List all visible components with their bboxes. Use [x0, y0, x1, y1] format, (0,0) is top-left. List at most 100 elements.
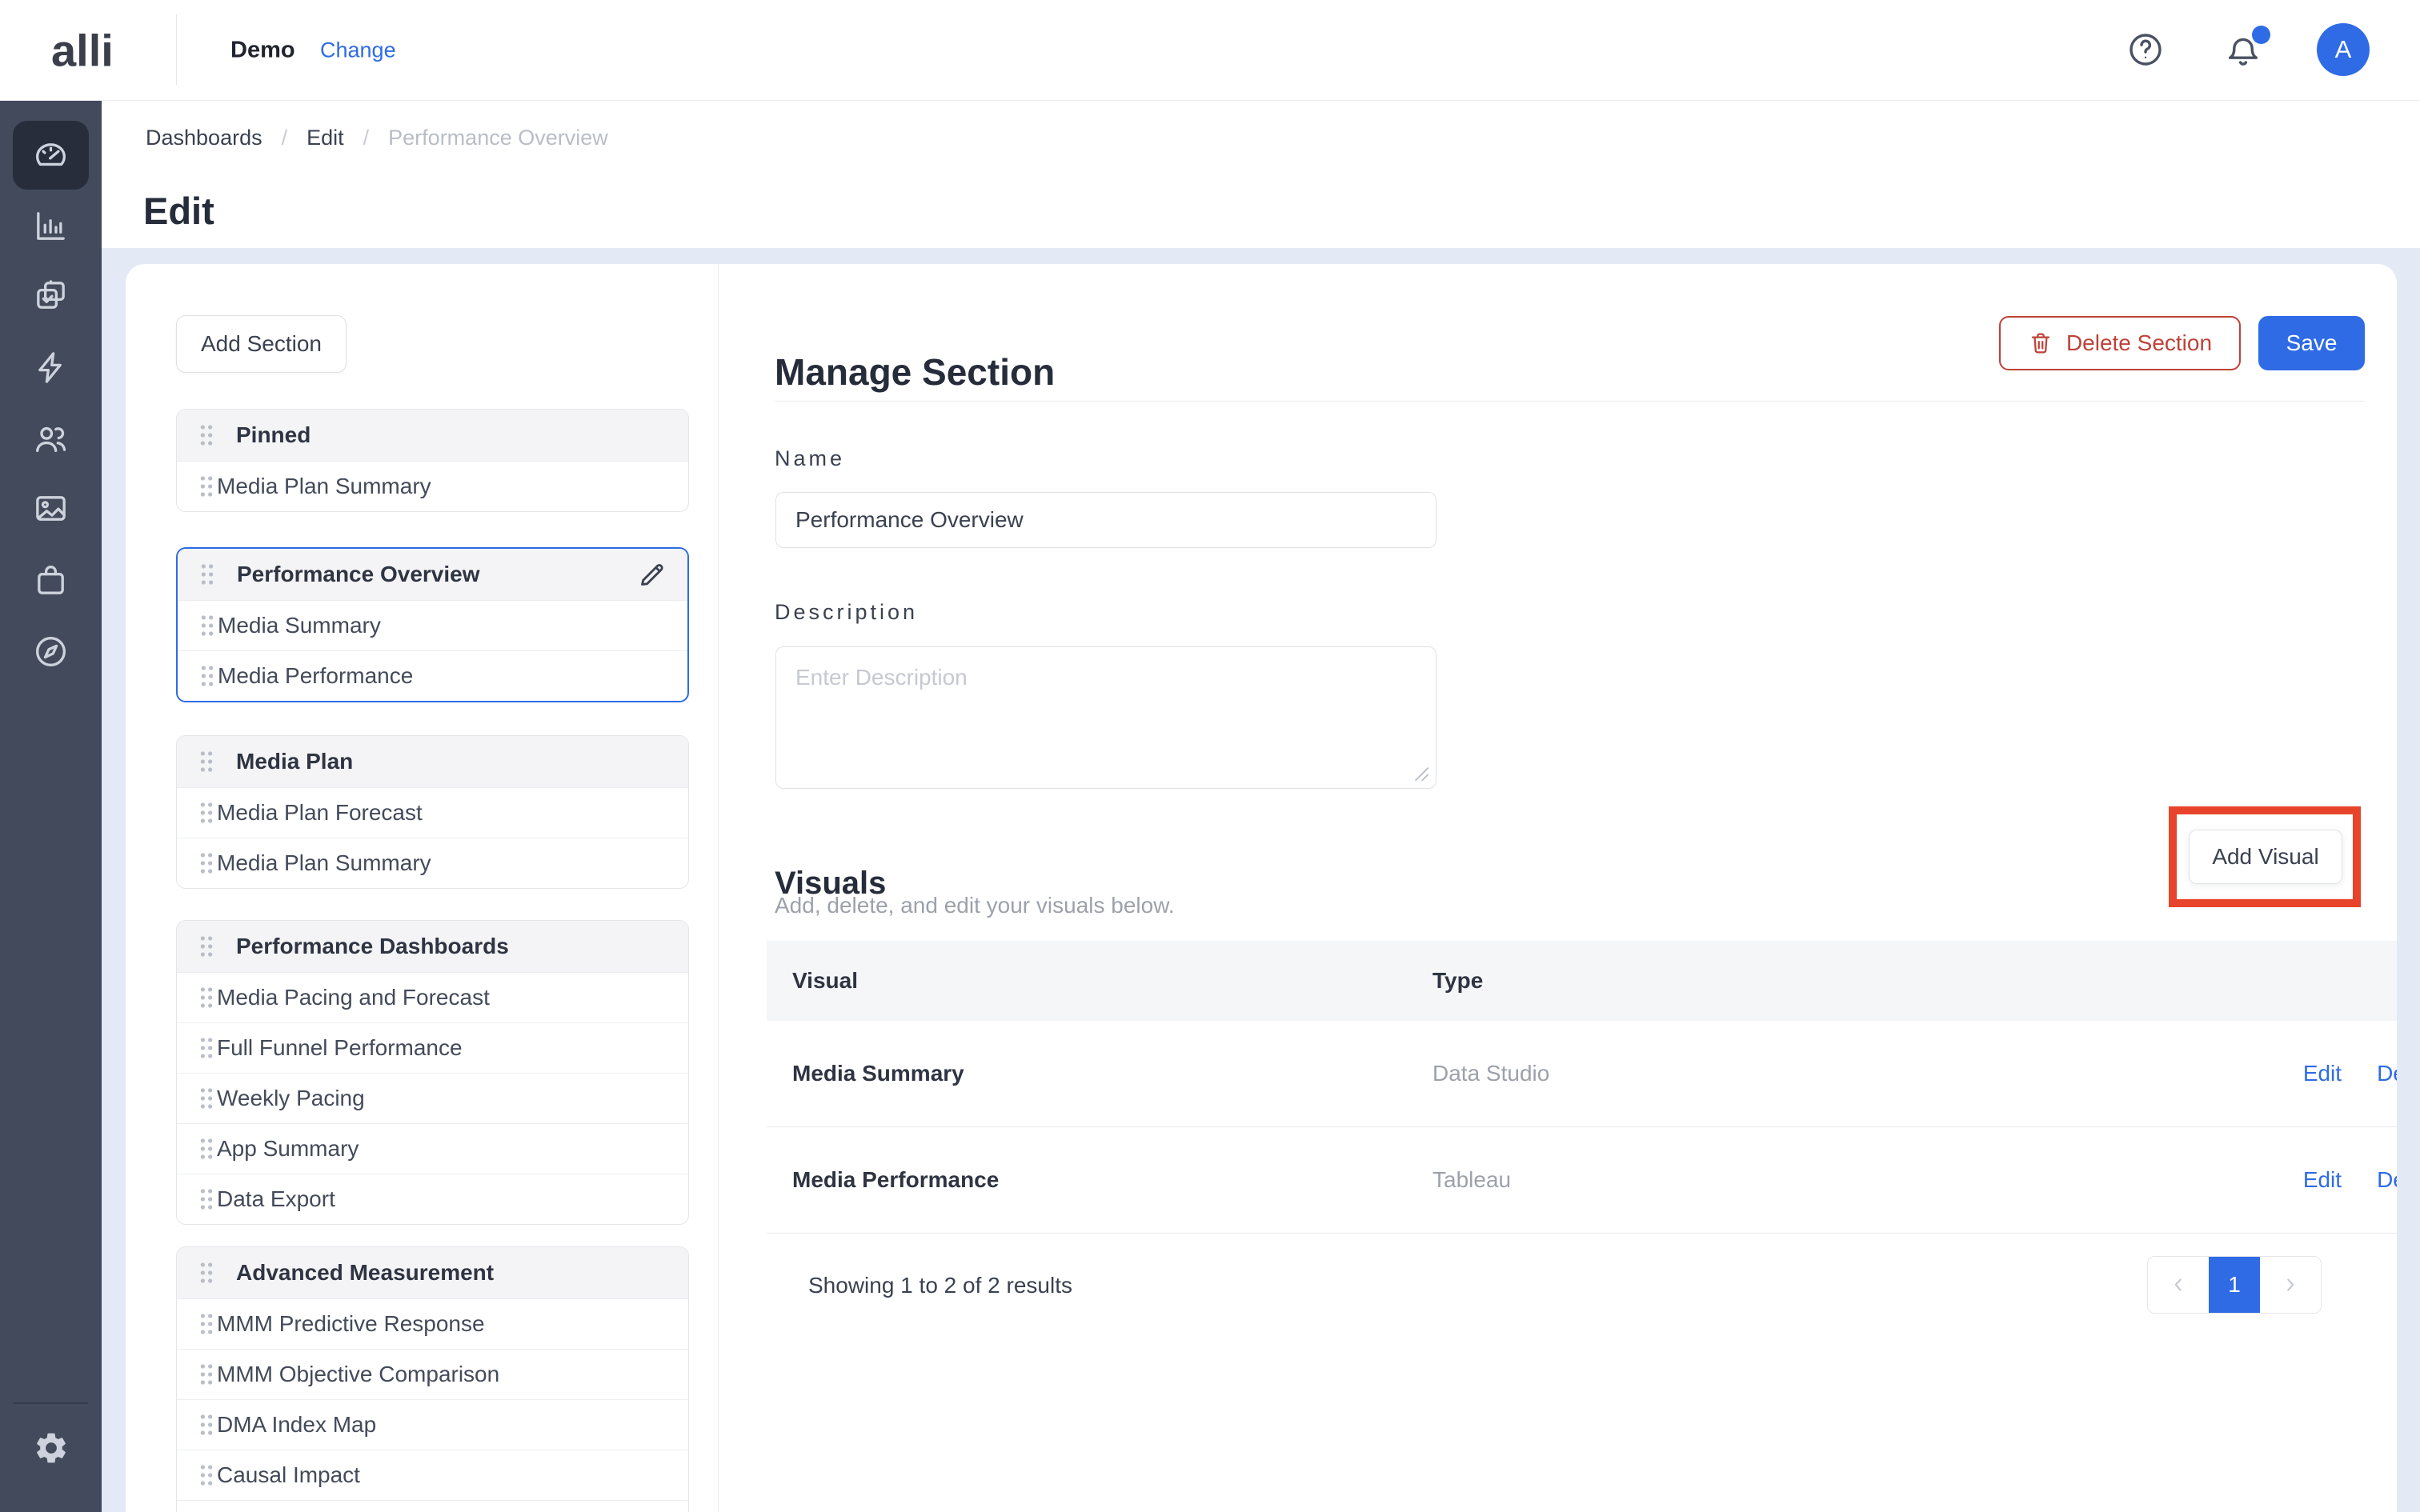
drag-handle-icon[interactable]	[197, 561, 218, 588]
pagination-current-page[interactable]: 1	[2209, 1257, 2260, 1313]
sidebar-item-image-icon[interactable]	[13, 474, 89, 542]
drag-handle-icon[interactable]	[196, 850, 217, 877]
page-header: Dashboards/Edit/Performance Overview Edi…	[102, 100, 2420, 248]
section-group: Advanced Measurement MMM Predictive Respo…	[176, 1246, 689, 1512]
section-group: Media PlanMedia Plan Forecast Media Plan …	[176, 735, 689, 889]
sidebar-nav	[0, 100, 102, 1512]
change-workspace-link[interactable]: Change	[320, 38, 396, 62]
visual-name: Media Summary	[792, 1061, 1432, 1086]
sidebar-item-users-icon[interactable]	[13, 404, 89, 473]
section-group: Performance Overview Media Summary Media P…	[176, 547, 689, 702]
sidebar-item-dashboard-gauge-icon[interactable]	[13, 121, 89, 190]
section-group-title: Performance Overview	[237, 562, 480, 587]
drag-handle-icon[interactable]	[197, 612, 218, 639]
section-group-header[interactable]: Performance Overview	[178, 549, 687, 601]
drag-handle-icon[interactable]	[196, 1361, 217, 1388]
add-visual-button[interactable]: Add Visual	[2189, 830, 2342, 884]
pagination-prev-chevron-icon[interactable]	[2148, 1257, 2209, 1313]
section-group-title: Advanced Measurement	[236, 1260, 494, 1286]
section-item[interactable]: MMM Objective Comparison	[177, 1349, 688, 1399]
description-textarea[interactable]	[775, 646, 1436, 789]
workspace-name: Demo	[230, 37, 295, 63]
visual-name: Media Performance	[792, 1167, 1432, 1193]
edit-visual-link[interactable]: Edit	[2303, 1167, 2342, 1193]
section-item-label: Data Export	[217, 1186, 335, 1212]
visual-column-header: Visual	[792, 968, 1432, 994]
drag-handle-icon[interactable]	[196, 984, 217, 1011]
drag-handle-icon[interactable]	[196, 1259, 217, 1286]
drag-handle-icon[interactable]	[196, 473, 217, 500]
section-item[interactable]: DMA Index Map	[177, 1399, 688, 1450]
breadcrumb-separator: /	[363, 126, 370, 150]
section-item-label: MMM Predictive Response	[217, 1311, 485, 1337]
section-item[interactable]: Media Performance	[178, 650, 687, 701]
section-group-header[interactable]: Advanced Measurement	[177, 1247, 688, 1299]
section-item[interactable]: Media Summary	[178, 601, 687, 650]
drag-handle-icon[interactable]	[196, 799, 217, 826]
drag-handle-icon[interactable]	[196, 1135, 217, 1162]
visual-type: Data Studio	[1432, 1061, 1549, 1086]
breadcrumb-separator: /	[282, 126, 288, 150]
description-label: Description	[775, 600, 918, 625]
section-item[interactable]: Clean Room Incrementality	[177, 1500, 688, 1512]
pagination: 1	[2147, 1256, 2322, 1314]
settings-gear-icon[interactable]	[13, 1414, 89, 1482]
section-item[interactable]: Weekly Pacing	[177, 1073, 688, 1123]
section-item[interactable]: Media Plan Summary	[177, 462, 688, 511]
notification-badge-dot	[2252, 26, 2270, 44]
section-item[interactable]: Media Pacing and Forecast	[177, 973, 688, 1022]
sidebar-item-bar-chart-icon[interactable]	[13, 191, 89, 260]
pagination-next-chevron-icon[interactable]	[2260, 1257, 2321, 1313]
breadcrumb-item-1[interactable]: Dashboards	[146, 126, 262, 150]
app-logo[interactable]: alli	[51, 24, 114, 76]
section-item-label: Media Plan Summary	[217, 850, 431, 876]
help-icon[interactable]	[2126, 30, 2165, 69]
delete-visual-link[interactable]: Delete	[2377, 1061, 2397, 1086]
content-card: Add Section PinnedMedia Plan SummaryPerf…	[126, 264, 2397, 1512]
name-label: Name	[775, 446, 845, 471]
section-item[interactable]: Full Funnel Performance	[177, 1022, 688, 1073]
section-item[interactable]: MMM Predictive Response	[177, 1299, 688, 1349]
drag-handle-icon[interactable]	[197, 662, 218, 690]
delete-visual-link[interactable]: Delete	[2377, 1167, 2397, 1193]
user-avatar[interactable]: A	[2317, 23, 2370, 76]
sidebar-item-lightning-icon[interactable]	[13, 333, 89, 402]
section-item-label: Full Funnel Performance	[217, 1035, 463, 1061]
delete-section-label: Delete Section	[2066, 330, 2212, 356]
drag-handle-icon[interactable]	[196, 1186, 217, 1213]
drag-handle-icon[interactable]	[196, 748, 217, 775]
drag-handle-icon[interactable]	[196, 1411, 217, 1438]
sidebar-item-shopping-bag-icon[interactable]	[13, 546, 89, 614]
section-item-label: MMM Objective Comparison	[217, 1362, 499, 1387]
section-name-input[interactable]	[775, 492, 1436, 548]
section-item-label: Media Performance	[218, 663, 413, 689]
drag-handle-icon[interactable]	[196, 1085, 217, 1112]
section-item[interactable]: Media Plan Summary	[177, 838, 688, 888]
section-item[interactable]: Causal Impact	[177, 1450, 688, 1500]
section-item[interactable]: App Summary	[177, 1123, 688, 1174]
drag-handle-icon[interactable]	[196, 933, 217, 960]
save-button[interactable]: Save	[2258, 316, 2365, 370]
sidebar-item-clipboard-check-icon[interactable]	[13, 261, 89, 330]
visual-type: Tableau	[1432, 1167, 1511, 1193]
section-group-header[interactable]: Pinned	[177, 410, 688, 462]
section-item[interactable]: Media Plan Forecast	[177, 788, 688, 838]
drag-handle-icon[interactable]	[196, 1034, 217, 1062]
edit-visual-link[interactable]: Edit	[2303, 1061, 2342, 1086]
drag-handle-icon[interactable]	[196, 422, 217, 449]
section-item-label: Media Summary	[218, 613, 381, 638]
section-group-header[interactable]: Performance Dashboards	[177, 921, 688, 973]
drag-handle-icon[interactable]	[196, 1462, 217, 1489]
breadcrumb-item-2[interactable]: Edit	[307, 126, 344, 150]
edit-pencil-icon[interactable]	[636, 558, 668, 590]
add-section-button[interactable]: Add Section	[176, 315, 347, 373]
delete-section-button[interactable]: Delete Section	[1999, 316, 2241, 370]
page-title: Edit	[143, 189, 214, 233]
section-group-header[interactable]: Media Plan	[177, 736, 688, 788]
drag-handle-icon[interactable]	[196, 1310, 217, 1338]
visuals-table-header: Visual Type	[767, 941, 2397, 1021]
sidebar-item-compass-icon[interactable]	[13, 617, 89, 686]
visuals-subtitle: Add, delete, and edit your visuals below…	[775, 893, 1175, 918]
section-item[interactable]: Data Export	[177, 1174, 688, 1224]
topbar: alli Demo Change A	[0, 0, 2420, 101]
